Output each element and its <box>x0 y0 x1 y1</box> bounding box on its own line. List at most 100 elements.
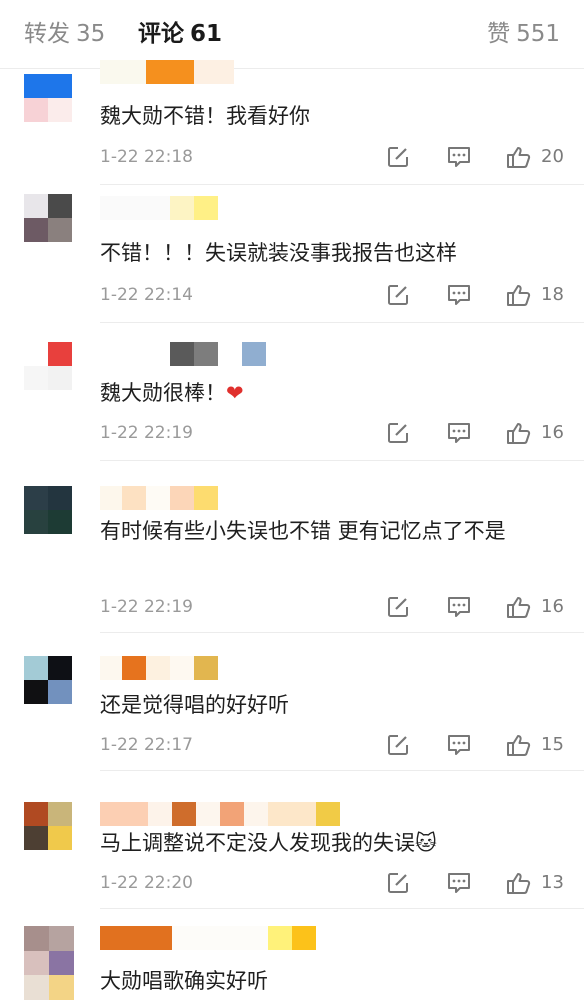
reply-button[interactable] <box>445 420 473 446</box>
comment-item: 大勋唱歌确实好听 <box>0 910 584 1000</box>
divider <box>100 322 584 323</box>
comment-item: 魏大勋很棒！❤ 1-22 22:19 16 <box>0 324 584 462</box>
reply-button[interactable] <box>445 144 473 170</box>
username-obscured[interactable] <box>100 656 218 680</box>
thumbs-up-icon <box>507 873 531 894</box>
thumbs-up-icon <box>507 735 531 756</box>
avatar[interactable] <box>24 486 72 534</box>
tab-reposts-label: 转发 <box>24 21 70 47</box>
comment-time: 1-22 22:20 <box>100 873 193 893</box>
tab-likes-count: 551 <box>516 21 560 47</box>
edit-button[interactable] <box>385 594 411 620</box>
edit-icon <box>388 285 408 305</box>
reply-button[interactable] <box>445 594 473 620</box>
comment-time: 1-22 22:17 <box>100 735 193 755</box>
comment-meta: 1-22 22:20 13 <box>100 868 570 898</box>
edit-icon <box>388 597 408 617</box>
comment-text: 魏大勋不错！我看好你 <box>100 104 310 128</box>
comment-icon <box>448 597 470 617</box>
like-button[interactable]: 16 <box>505 420 564 446</box>
username-obscured[interactable] <box>100 196 218 220</box>
reply-button[interactable] <box>445 870 473 896</box>
username-obscured[interactable] <box>100 342 266 366</box>
reply-button[interactable] <box>445 732 473 758</box>
like-button[interactable]: 18 <box>505 282 564 308</box>
comment-time: 1-22 22:14 <box>100 285 193 305</box>
comment-time: 1-22 22:18 <box>100 147 193 167</box>
username-obscured[interactable] <box>100 60 234 84</box>
edit-button[interactable] <box>385 732 411 758</box>
like-count: 20 <box>541 146 564 167</box>
comment-meta: 1-22 22:19 16 <box>100 418 570 448</box>
avatar[interactable] <box>24 802 72 850</box>
thumbs-up-icon <box>507 597 531 618</box>
like-button[interactable]: 13 <box>505 870 564 896</box>
comment-meta: 1-22 22:17 15 <box>100 730 570 760</box>
thumbs-up-icon <box>507 423 531 444</box>
like-button[interactable]: 16 <box>505 594 564 620</box>
avatar[interactable] <box>24 194 72 242</box>
divider <box>100 770 584 771</box>
comment-text: 大勋唱歌确实好听 <box>100 969 268 993</box>
comment-meta: 1-22 22:18 20 <box>100 142 570 172</box>
reply-button[interactable] <box>445 282 473 308</box>
username-obscured[interactable] <box>100 486 218 510</box>
comment-icon <box>448 873 470 893</box>
edit-icon <box>388 147 408 167</box>
tab-reposts-count: 35 <box>76 21 106 47</box>
tab-comments-label: 评论 <box>138 21 184 47</box>
avatar[interactable] <box>24 926 74 1000</box>
divider <box>100 184 584 185</box>
edit-button[interactable] <box>385 870 411 896</box>
edit-icon <box>388 423 408 443</box>
avatar[interactable] <box>24 342 72 390</box>
like-count: 16 <box>541 422 564 443</box>
comment-item: 还是觉得唱的好好听 1-22 22:17 15 <box>0 634 584 772</box>
comment-text-content: 魏大勋很棒！ <box>100 381 226 405</box>
tab-comments-count: 61 <box>190 21 223 47</box>
tab-reposts[interactable]: 转发 35 <box>24 18 105 50</box>
comment-meta: 1-22 22:19 16 <box>100 592 570 622</box>
username-obscured[interactable] <box>100 926 316 950</box>
comment-time: 1-22 22:19 <box>100 597 193 617</box>
comment-icon <box>448 285 470 305</box>
edit-button[interactable] <box>385 420 411 446</box>
comment-text: 还是觉得唱的好好听 <box>100 693 289 717</box>
comment-icon <box>448 735 470 755</box>
comment-icon <box>448 423 470 443</box>
comment-item: 魏大勋不错！我看好你 1-22 22:18 20 <box>0 60 584 186</box>
comment-time: 1-22 22:19 <box>100 423 193 443</box>
thumbs-up-icon <box>507 147 531 168</box>
tab-likes-label: 赞 <box>487 21 511 47</box>
comment-text: 有时候有些小失误也不错 更有记忆点了不是 <box>100 519 506 543</box>
edit-button[interactable] <box>385 144 411 170</box>
avatar[interactable] <box>24 656 72 704</box>
comment-item: 有时候有些小失误也不错 更有记忆点了不是 1-22 22:19 16 <box>0 462 584 634</box>
tab-comments[interactable]: 评论 61 <box>138 18 222 50</box>
comment-meta: 1-22 22:14 18 <box>100 280 570 310</box>
divider <box>100 908 584 909</box>
cat-emoji: 🐱 <box>415 831 437 855</box>
username-obscured[interactable] <box>100 802 340 826</box>
comment-icon <box>448 147 470 167</box>
like-button[interactable]: 20 <box>505 144 564 170</box>
heart-emoji: ❤ <box>226 381 244 405</box>
thumbs-up-icon <box>507 285 531 306</box>
like-count: 15 <box>541 734 564 755</box>
tab-bar: 转发 35 评论 61 赞 551 <box>0 0 584 69</box>
edit-icon <box>388 735 408 755</box>
comment-text: 不错！！！失误就装没事我报告也这样 <box>100 241 457 265</box>
edit-icon <box>388 873 408 893</box>
like-button[interactable]: 15 <box>505 732 564 758</box>
comment-item: 马上调整说不定没人发现我的失误🐱 1-22 22:20 13 <box>0 772 584 910</box>
comment-item: 不错！！！失误就装没事我报告也这样 1-22 22:14 18 <box>0 186 584 324</box>
comment-text: 马上调整说不定没人发现我的失误🐱 <box>100 828 560 858</box>
divider <box>100 460 584 461</box>
tab-likes[interactable]: 赞 551 <box>487 18 560 50</box>
comment-text-content: 马上调整说不定没人发现我的失误 <box>100 831 415 855</box>
like-count: 18 <box>541 284 564 305</box>
comment-text: 魏大勋很棒！❤ <box>100 378 560 408</box>
avatar[interactable] <box>24 74 72 122</box>
like-count: 16 <box>541 596 564 617</box>
edit-button[interactable] <box>385 282 411 308</box>
